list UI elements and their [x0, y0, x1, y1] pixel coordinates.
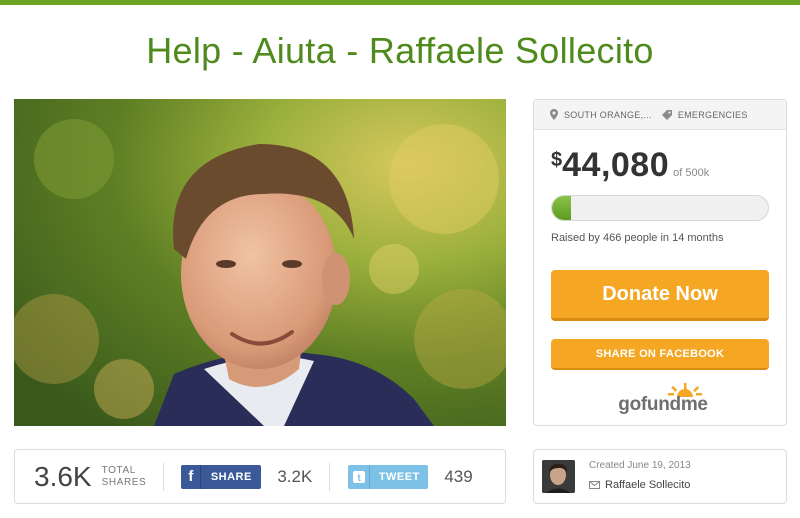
facebook-icon: f: [181, 464, 202, 489]
amount-raised: $ 44,080 of 500k: [551, 146, 709, 185]
organizer-name: Raffaele Sollecito: [605, 479, 691, 491]
campaign-photo: [14, 99, 506, 426]
share-on-facebook-button[interactable]: SHARE ON FACEBOOK: [551, 339, 769, 370]
total-shares-count: 3.6K: [34, 460, 92, 492]
map-pin-icon: [550, 109, 558, 120]
total-label-line1: TOTAL: [101, 464, 136, 476]
amount-value: 44,080: [562, 146, 670, 184]
goal-text: of 500k: [673, 167, 710, 179]
avatar[interactable]: [542, 460, 575, 493]
location-label: SOUTH ORANGE,...: [564, 109, 652, 120]
shares-bar: 3.6K TOTAL SHARES f SHARE 3.2K t TWEET 4…: [14, 449, 506, 504]
twitter-tweet-button[interactable]: t TWEET: [348, 464, 429, 489]
total-label-line2: SHARES: [101, 476, 147, 488]
campaign-meta-bar: SOUTH ORANGE,... EMERGENCIES: [534, 100, 786, 130]
facebook-share-button[interactable]: f SHARE: [181, 464, 262, 489]
currency-symbol: $: [551, 149, 563, 171]
location-link[interactable]: SOUTH ORANGE,...: [550, 109, 652, 120]
facebook-share-label: SHARE: [210, 470, 252, 483]
gofundme-logo[interactable]: gofundme: [608, 383, 718, 417]
organizer-name-link[interactable]: Raffaele Sollecito: [589, 479, 690, 491]
progress-bar: [551, 195, 769, 221]
twitter-icon: t: [348, 464, 371, 489]
organizer-card: Created June 19, 2013 Raffaele Sollecito: [533, 449, 787, 504]
category-label: EMERGENCIES: [677, 109, 748, 120]
category-link[interactable]: EMERGENCIES: [661, 109, 748, 120]
created-date: Created June 19, 2013: [589, 460, 691, 471]
campaign-summary-card: SOUTH ORANGE,... EMERGENCIES $ 44,080 of…: [533, 99, 787, 426]
envelope-icon: [589, 481, 600, 489]
logo-wordmark: gofundme: [618, 394, 708, 415]
divider: [163, 462, 165, 491]
facebook-share-count: 3.2K: [277, 466, 313, 486]
tag-icon: [661, 109, 672, 120]
donate-now-button[interactable]: Donate Now: [551, 270, 769, 321]
top-accent-bar: [0, 0, 800, 5]
raised-summary: Raised by 466 people in 14 months: [551, 232, 724, 244]
total-shares-label: TOTAL SHARES: [102, 465, 147, 489]
progress-fill: [552, 196, 571, 220]
twitter-tweet-label: TWEET: [378, 470, 420, 483]
page-title: Help - Aiuta - Raffaele Sollecito: [146, 30, 654, 71]
twitter-share-count: 439: [444, 466, 473, 486]
divider: [329, 462, 331, 491]
